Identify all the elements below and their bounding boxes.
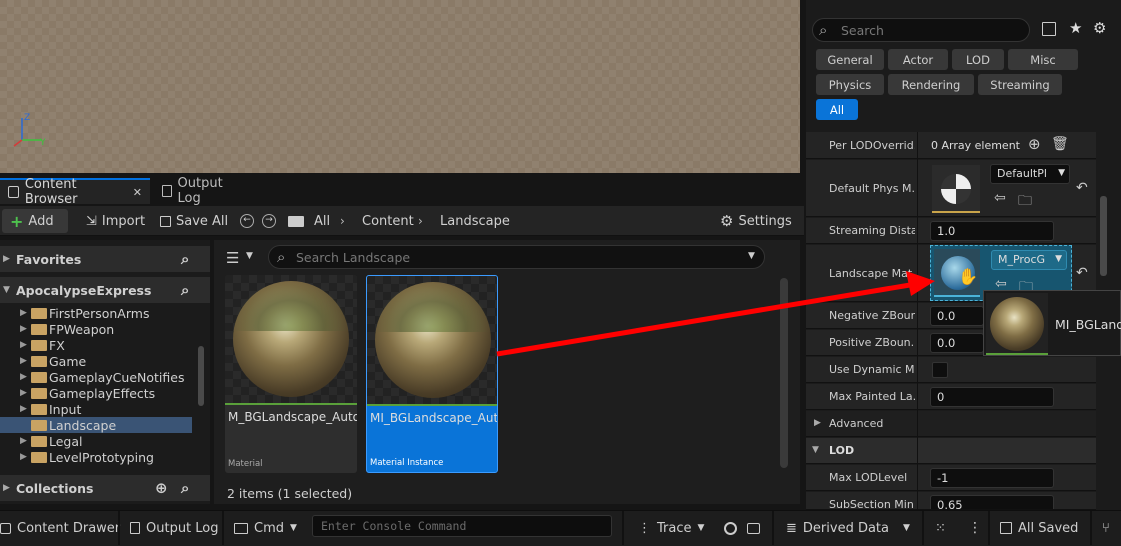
output-log-button[interactable]: Output Log bbox=[130, 511, 219, 545]
source-control-button[interactable]: ⁙ bbox=[935, 511, 946, 545]
branch-icon: ⑂ bbox=[1102, 520, 1110, 536]
content-drawer-button[interactable]: Content Drawer bbox=[0, 511, 120, 545]
all-saved-button[interactable]: All Saved bbox=[1000, 511, 1078, 545]
arrow-head bbox=[906, 271, 935, 296]
record-icon bbox=[724, 521, 737, 535]
divider bbox=[622, 511, 624, 545]
output-log-label: Output Log bbox=[146, 520, 219, 536]
save-icon bbox=[1000, 522, 1012, 534]
drag-arrow-annotation bbox=[496, 271, 935, 357]
cmd-label: Cmd bbox=[254, 520, 284, 536]
revision-control-button[interactable]: ⑂ bbox=[1102, 511, 1110, 545]
trace-icon: ⋮ bbox=[638, 520, 651, 536]
more-options-button[interactable]: ⋮ bbox=[968, 511, 982, 545]
content-drawer-icon bbox=[0, 522, 11, 534]
trace-label: Trace bbox=[657, 520, 692, 536]
grid-dots-icon: ⁙ bbox=[935, 520, 946, 536]
divider bbox=[222, 511, 224, 545]
chevron-down-icon: ▼ bbox=[903, 523, 910, 533]
divider bbox=[118, 511, 120, 545]
camera-icon bbox=[747, 522, 760, 534]
divider bbox=[988, 511, 990, 545]
derived-data-icon: ≣ bbox=[786, 520, 797, 536]
output-log-icon bbox=[130, 522, 140, 534]
record-button[interactable] bbox=[724, 511, 737, 545]
kebab-menu-icon: ⋮ bbox=[968, 520, 982, 536]
trace-dropdown[interactable]: ⋮ Trace ▼ bbox=[638, 511, 704, 545]
derived-data-dropdown[interactable]: ≣ Derived Data ▼ bbox=[786, 511, 910, 545]
divider bbox=[1090, 511, 1092, 545]
console-command-input[interactable]: Enter Console Command bbox=[312, 515, 612, 537]
terminal-icon bbox=[234, 522, 248, 534]
divider bbox=[772, 511, 774, 545]
content-drawer-label: Content Drawer bbox=[17, 520, 121, 536]
arrow-line bbox=[496, 280, 923, 357]
derived-data-label: Derived Data bbox=[802, 520, 889, 536]
screenshot-button[interactable] bbox=[747, 511, 760, 545]
chevron-down-icon: ▼ bbox=[697, 523, 705, 533]
chevron-down-icon: ▼ bbox=[290, 523, 297, 533]
cmd-dropdown[interactable]: Cmd ▼ bbox=[234, 511, 297, 545]
all-saved-label: All Saved bbox=[1018, 520, 1079, 536]
divider bbox=[922, 511, 924, 545]
